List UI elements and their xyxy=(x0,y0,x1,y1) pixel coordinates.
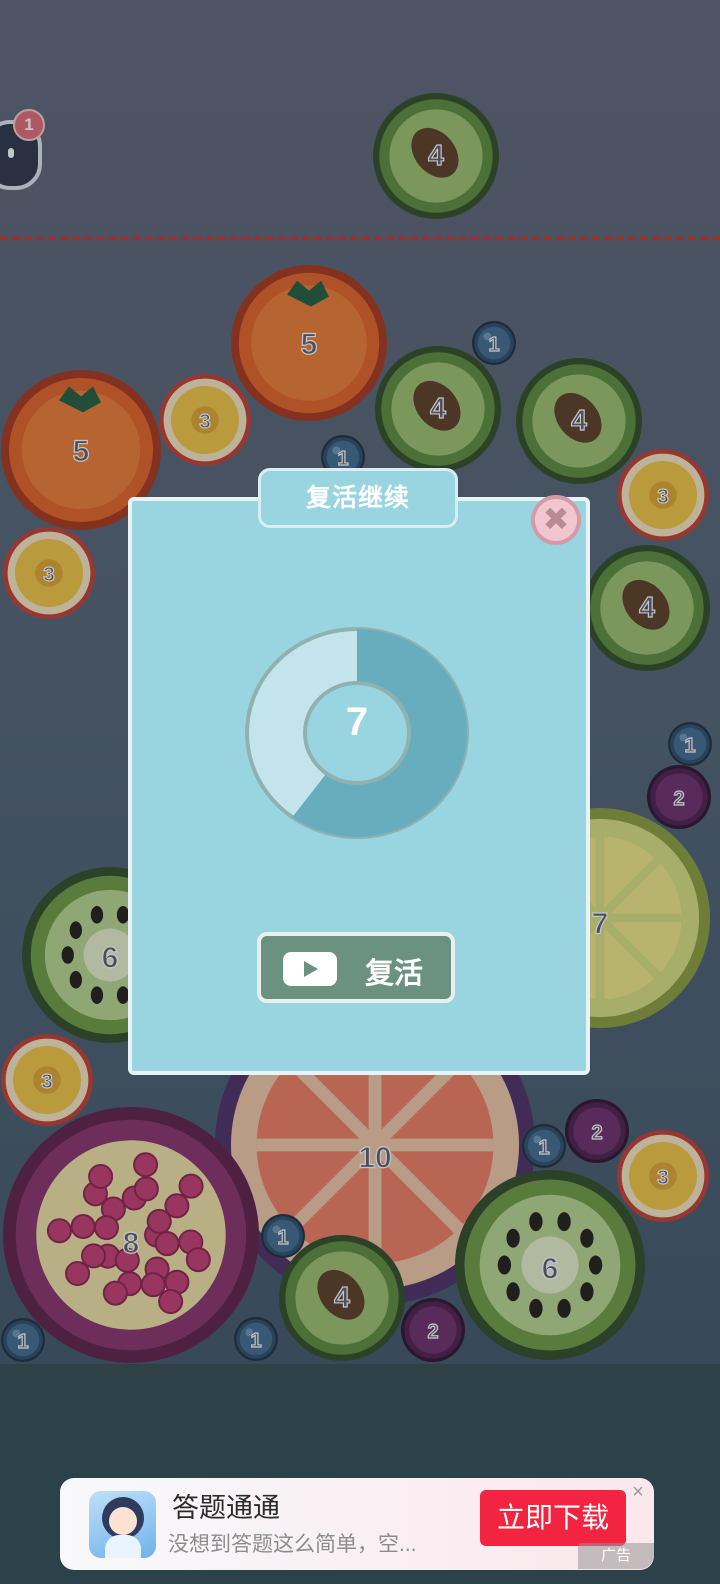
fruit-blueberry: 1 xyxy=(1,1318,45,1362)
fruit-level: 4 xyxy=(334,1282,350,1314)
fruit-plum: 2 xyxy=(647,765,711,829)
fruit-passionfruit: 3 xyxy=(1,1034,93,1126)
fruit-level: 4 xyxy=(639,592,655,624)
ad-label: 广告 xyxy=(578,1543,654,1569)
ad-banner[interactable]: 答题通通 没想到答题这么简单，空... 立即下载 × xyxy=(60,1478,654,1570)
danger-line xyxy=(0,236,720,240)
fruit-level: 3 xyxy=(41,1070,53,1093)
fruit-level: 1 xyxy=(337,448,348,470)
app-icon xyxy=(89,1491,156,1558)
ad-title: 答题通通 xyxy=(172,1493,280,1523)
download-button[interactable]: 立即下载 xyxy=(480,1490,626,1546)
fruit-level: 1 xyxy=(538,1137,549,1159)
fruit-level: 7 xyxy=(592,907,609,940)
fruit-avocado: 4 xyxy=(279,1235,405,1361)
fruit-level: 1 xyxy=(277,1227,288,1249)
fruit-avocado: 4 xyxy=(584,545,710,671)
fruit-level: 2 xyxy=(591,1122,602,1144)
fruit-plum: 2 xyxy=(565,1099,629,1163)
fruit-level: 8 xyxy=(123,1227,140,1260)
fruit-passionfruit: 3 xyxy=(159,374,251,466)
fruit-level: 2 xyxy=(427,1321,438,1343)
fruit-level: 2 xyxy=(673,788,684,810)
fruit-level: 6 xyxy=(102,941,119,974)
video-play-icon xyxy=(283,952,337,986)
fruit-level: 10 xyxy=(358,1141,391,1174)
notification-badge: 1 xyxy=(13,109,45,141)
fruit-passionfruit: 3 xyxy=(617,449,709,541)
fruit-orange: 5 xyxy=(231,265,387,421)
fruit-level: 3 xyxy=(657,1166,669,1189)
fruit-level: 3 xyxy=(657,485,669,508)
dialog-title: 复活继续 xyxy=(258,468,458,528)
fruit-blueberry: 1 xyxy=(668,722,712,766)
fruit-level: 3 xyxy=(199,410,211,433)
close-icon[interactable]: ✖ xyxy=(531,495,581,545)
fruit-level: 1 xyxy=(488,334,499,356)
fruit-level: 5 xyxy=(301,328,318,361)
fruit-level: 1 xyxy=(250,1330,261,1352)
fruit-level: 5 xyxy=(73,435,90,468)
fruit-pomegranate: 8 xyxy=(3,1107,259,1363)
fruit-blueberry: 1 xyxy=(522,1124,566,1168)
fruit-level: 4 xyxy=(571,405,587,437)
fruit-plum: 2 xyxy=(401,1298,465,1362)
revive-button-label: 复活 xyxy=(365,958,424,990)
fruit-level: 4 xyxy=(430,393,446,425)
ad-close-icon[interactable]: × xyxy=(628,1482,648,1502)
fruit-level: 1 xyxy=(17,1331,28,1353)
fruit-level: 6 xyxy=(542,1252,559,1285)
avatar-eye xyxy=(8,148,14,158)
fruit-level: 1 xyxy=(684,735,695,757)
fruit-level: 4 xyxy=(428,140,444,172)
fruit-avocado: 4 xyxy=(373,93,499,219)
ad-subtitle: 没想到答题这么简单，空... xyxy=(168,1533,417,1556)
fruit-blueberry: 1 xyxy=(472,321,516,365)
countdown-number: 7 xyxy=(345,700,369,744)
fruit-passionfruit: 3 xyxy=(3,527,95,619)
fruit-kiwi: 6 xyxy=(455,1170,645,1360)
fruit-blueberry: 1 xyxy=(261,1214,305,1258)
revive-button[interactable]: 复活 xyxy=(257,932,455,1003)
fruit-level: 3 xyxy=(43,563,55,586)
fruit-avocado: 4 xyxy=(516,358,642,484)
fruit-blueberry: 1 xyxy=(234,1317,278,1361)
fruit-avocado: 4 xyxy=(375,346,501,472)
fruit-passionfruit: 3 xyxy=(617,1130,709,1222)
